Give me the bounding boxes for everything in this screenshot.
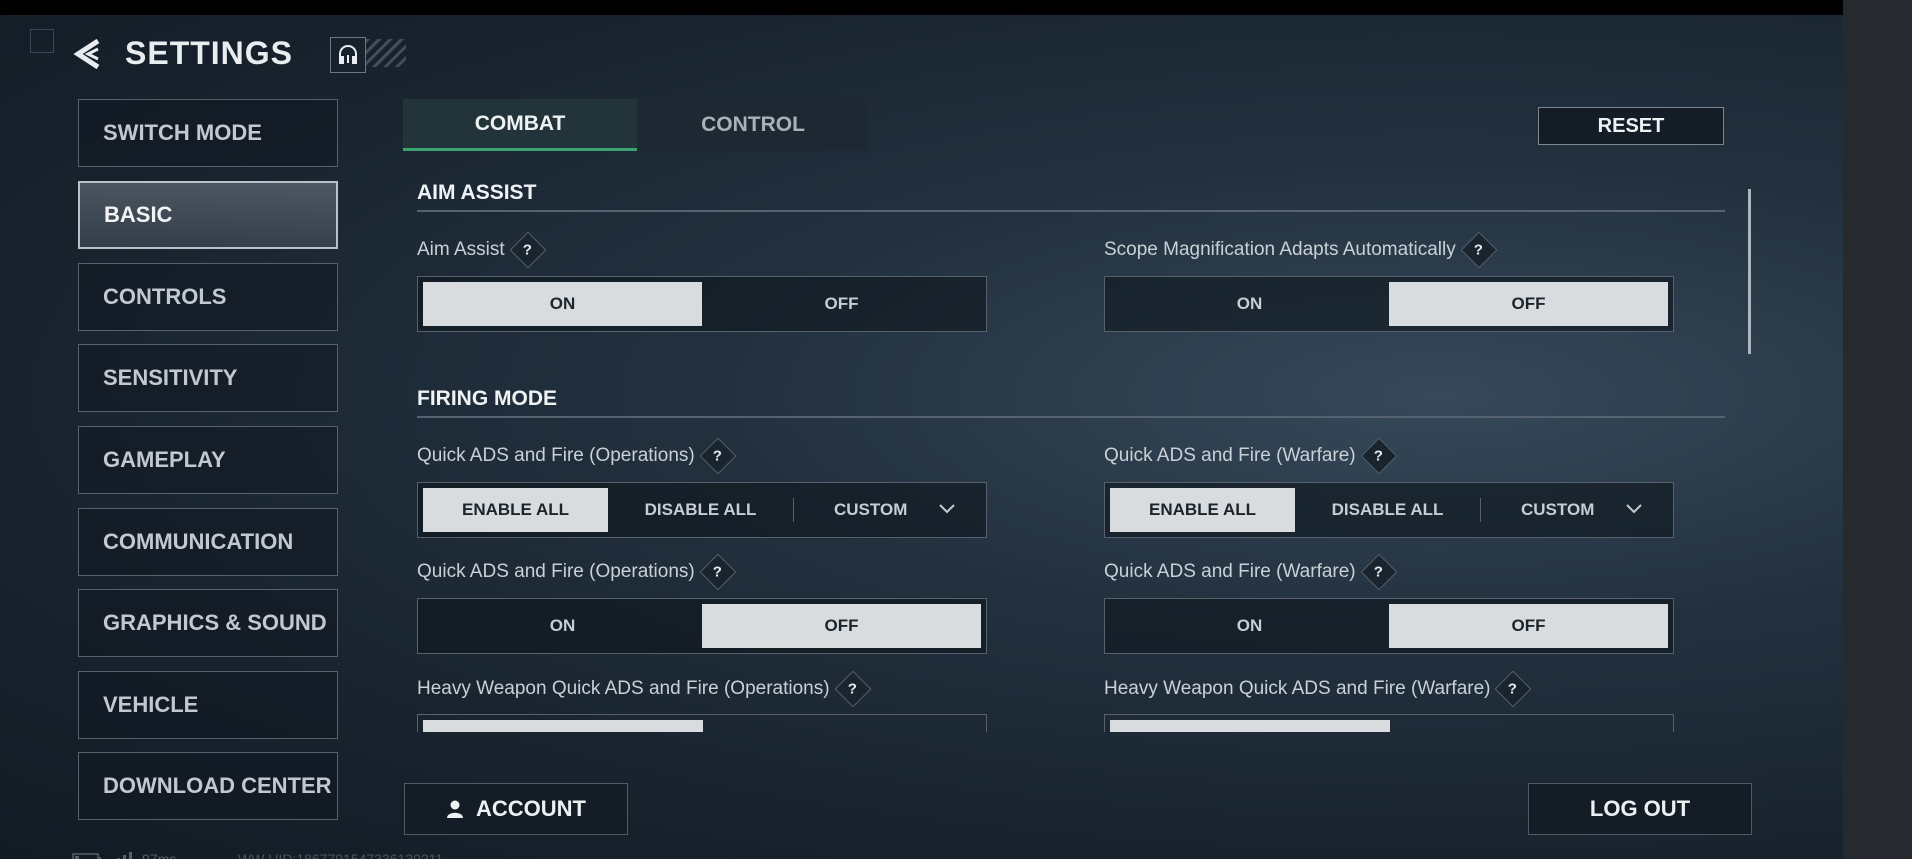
option-label-scope-magnification: Scope Magnification Adapts Automatically… xyxy=(1104,231,1498,269)
sidebar-item-controls[interactable]: CONTROLS xyxy=(78,263,338,331)
help-icon[interactable]: ? xyxy=(699,437,737,475)
help-icon[interactable]: ? xyxy=(1360,553,1398,591)
on-option[interactable]: ON xyxy=(423,604,702,648)
custom-option[interactable]: CUSTOM xyxy=(794,488,974,532)
help-icon[interactable]: ? xyxy=(834,670,871,708)
help-icon[interactable]: ? xyxy=(1495,670,1532,708)
help-icon[interactable]: ? xyxy=(699,553,737,591)
sidebar-item-label: BASIC xyxy=(104,202,173,227)
quick-ads-warfare-toggle: ON OFF xyxy=(1104,598,1674,654)
aim-assist-off-option[interactable]: OFF xyxy=(702,282,981,326)
heavy-weapon-warfare-toggle[interactable] xyxy=(1104,714,1674,732)
custom-option[interactable]: CUSTOM xyxy=(1481,488,1661,532)
option-label-quick-ads-operations: Quick ADS and Fire (Operations) ? xyxy=(417,437,737,475)
scope-magnification-on-option[interactable]: ON xyxy=(1110,282,1389,326)
header-decoration xyxy=(366,39,406,67)
account-button[interactable]: ACCOUNT xyxy=(404,783,628,835)
enable-all-option[interactable]: ENABLE ALL xyxy=(423,488,608,532)
sidebar-item-graphics-sound[interactable]: GRAPHICS & SOUND xyxy=(78,589,338,657)
chevron-down-icon xyxy=(939,504,955,514)
aim-assist-toggle: ON OFF xyxy=(417,276,987,332)
headset-icon[interactable] xyxy=(330,37,366,73)
off-option[interactable]: OFF xyxy=(702,604,981,648)
option-label-quick-ads-operations-2: Quick ADS and Fire (Operations) ? xyxy=(417,553,737,591)
custom-label: CUSTOM xyxy=(1521,500,1595,519)
option-label-text: Heavy Weapon Quick ADS and Fire (Warfare… xyxy=(1104,678,1491,699)
tab-control[interactable]: CONTROL xyxy=(638,99,868,151)
option-label-text: Quick ADS and Fire (Warfare) xyxy=(1104,561,1356,582)
disable-all-option[interactable]: DISABLE ALL xyxy=(608,488,793,532)
option-label-heavy-weapon-warfare: Heavy Weapon Quick ADS and Fire (Warfare… xyxy=(1104,670,1532,708)
battery-icon xyxy=(72,853,101,859)
sidebar-item-label: CONTROLS xyxy=(103,284,227,309)
scrollbar[interactable] xyxy=(1748,189,1751,354)
corner-marker xyxy=(30,29,54,53)
option-label-text: Aim Assist xyxy=(417,239,505,260)
off-option[interactable]: OFF xyxy=(1389,604,1668,648)
option-label-heavy-weapon-operations: Heavy Weapon Quick ADS and Fire (Operati… xyxy=(417,670,871,708)
sidebar-item-communication[interactable]: COMMUNICATION xyxy=(78,508,338,576)
back-arrow-icon[interactable] xyxy=(72,37,106,71)
help-icon[interactable]: ? xyxy=(1360,437,1398,475)
sidebar-item-gameplay[interactable]: GAMEPLAY xyxy=(78,426,338,494)
option-label-quick-ads-warfare: Quick ADS and Fire (Warfare) ? xyxy=(1104,437,1398,475)
option-label-text: Quick ADS and Fire (Operations) xyxy=(417,561,695,582)
section-title-aim-assist: AIM ASSIST xyxy=(417,181,537,204)
user-id-text: WW UID:1867791547336130211 xyxy=(238,851,444,859)
sidebar-item-label: GAMEPLAY xyxy=(103,447,226,472)
user-icon xyxy=(447,800,463,818)
page-title: SETTINGS xyxy=(125,35,294,71)
sidebar-item-label: GRAPHICS & SOUND xyxy=(103,610,327,635)
option-label-quick-ads-warfare-2: Quick ADS and Fire (Warfare) ? xyxy=(1104,553,1398,591)
sidebar-item-label: COMMUNICATION xyxy=(103,529,294,554)
section-divider xyxy=(417,416,1725,418)
section-title-firing-mode: FIRING MODE xyxy=(417,387,557,410)
status-bar: 97ms xyxy=(72,851,176,859)
sidebar-item-vehicle[interactable]: VEHICLE xyxy=(78,671,338,739)
sidebar-item-label: SENSITIVITY xyxy=(103,365,238,390)
tab-label: CONTROL xyxy=(701,113,805,136)
scope-magnification-toggle: ON OFF xyxy=(1104,276,1674,332)
tab-combat[interactable]: COMBAT xyxy=(403,99,637,151)
right-gutter xyxy=(1843,0,1912,859)
option-label-text: Quick ADS and Fire (Operations) xyxy=(417,445,695,466)
scope-magnification-off-option[interactable]: OFF xyxy=(1389,282,1668,326)
sidebar-item-sensitivity[interactable]: SENSITIVITY xyxy=(78,344,338,412)
sidebar-item-label: SWITCH MODE xyxy=(103,120,262,145)
custom-label: CUSTOM xyxy=(834,500,908,519)
help-icon[interactable]: ? xyxy=(1460,231,1498,269)
quick-ads-warfare-selector: ENABLE ALL DISABLE ALL CUSTOM xyxy=(1104,482,1674,538)
sidebar-item-label: DOWNLOAD CENTER xyxy=(103,773,332,798)
account-label: ACCOUNT xyxy=(476,796,586,821)
option-label-text: Scope Magnification Adapts Automatically xyxy=(1104,239,1456,260)
sidebar-item-download-center[interactable]: DOWNLOAD CENTER xyxy=(78,752,338,820)
quick-ads-operations-toggle: ON OFF xyxy=(417,598,987,654)
tab-label: COMBAT xyxy=(474,111,566,135)
signal-icon xyxy=(117,852,132,859)
sidebar-item-label: VEHICLE xyxy=(103,692,199,717)
logout-button[interactable]: LOG OUT xyxy=(1528,783,1752,835)
sidebar-item-switch-mode[interactable]: SWITCH MODE xyxy=(78,99,338,167)
aim-assist-on-option[interactable]: ON xyxy=(423,282,702,326)
reset-button[interactable]: RESET xyxy=(1538,107,1724,145)
chevron-down-icon xyxy=(1626,504,1642,514)
heavy-weapon-operations-toggle[interactable] xyxy=(417,714,987,732)
on-option[interactable]: ON xyxy=(1110,604,1389,648)
ping-text: 97ms xyxy=(142,851,177,859)
option-label-text: Quick ADS and Fire (Warfare) xyxy=(1104,445,1356,466)
option-label-aim-assist: Aim Assist ? xyxy=(417,231,547,269)
help-icon[interactable]: ? xyxy=(509,231,547,269)
disable-all-option[interactable]: DISABLE ALL xyxy=(1295,488,1480,532)
option-label-text: Heavy Weapon Quick ADS and Fire (Operati… xyxy=(417,678,830,699)
enable-all-option[interactable]: ENABLE ALL xyxy=(1110,488,1295,532)
quick-ads-operations-selector: ENABLE ALL DISABLE ALL CUSTOM xyxy=(417,482,987,538)
sidebar-item-basic[interactable]: BASIC xyxy=(78,181,338,249)
section-divider xyxy=(417,210,1725,212)
settings-screen: SETTINGS SWITCH MODE BASIC CONTROLS SENS… xyxy=(0,15,1843,859)
